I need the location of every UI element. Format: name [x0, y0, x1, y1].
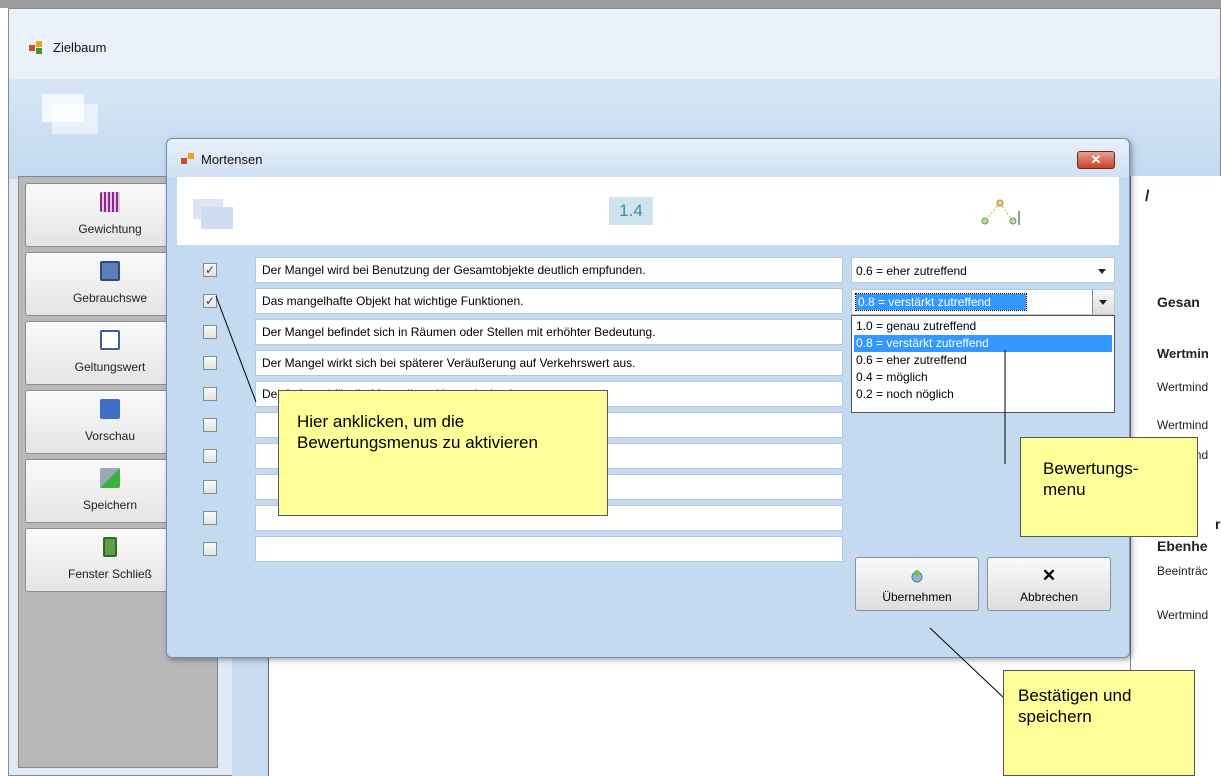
criterion-checkbox[interactable] [203, 325, 217, 339]
dialog-icon [181, 153, 195, 165]
rating-option[interactable]: 0.2 = noch nöglich [854, 386, 1112, 403]
rating-select-value: 0.8 = verstärkt zutreffend [855, 293, 1027, 311]
rating-option[interactable]: 0.4 = möglich [854, 369, 1112, 386]
tree-icon [981, 199, 1020, 225]
header-decor [52, 104, 98, 134]
criterion-text: Der Mangel wird bei Benutzung der Gesamt… [255, 257, 843, 283]
criterion-checkbox[interactable] [203, 511, 217, 525]
dropdown-button[interactable] [1092, 290, 1114, 314]
callout-menu: Bewertungs- menu [1020, 437, 1198, 537]
criterion-checkbox[interactable] [203, 542, 217, 556]
criterion-text: Der Mangel wirkt sich bei späterer Veräu… [255, 350, 843, 376]
door-icon [103, 537, 117, 557]
rating-select-value: 0.6 = eher zutreffend [856, 264, 967, 278]
right-panel-heading: Wertmin [1157, 346, 1209, 361]
right-panel-text: Wertmind [1157, 608, 1209, 622]
apply-icon [856, 568, 978, 584]
callout-confirm: Bestätigen und speichern [1003, 670, 1195, 776]
dialog-header: 1.4 [177, 177, 1119, 245]
save-icon [100, 468, 120, 488]
rating-option-selected[interactable]: 0.8 = verstärkt zutreffend [854, 335, 1112, 352]
cancel-button-label: Abbrechen [1019, 590, 1079, 604]
chevron-down-icon [1098, 269, 1106, 274]
right-panel-heading: r [1215, 516, 1221, 532]
apply-button-label: Übernehmen [882, 590, 952, 604]
main-titlebar: Zielbaum [9, 9, 1220, 79]
criterion-checkbox[interactable]: ✓ [203, 263, 217, 277]
rating-option[interactable]: 1.0 = genau zutreffend [854, 318, 1112, 335]
right-panel-text: Wertmind [1157, 418, 1209, 432]
right-panel-slash: / [1145, 188, 1150, 205]
criterion-text: Der Mangel befindet sich in Räumen oder … [255, 319, 843, 345]
criterion-checkbox[interactable]: ✓ [203, 294, 217, 308]
screen-top-edge [0, 0, 1221, 8]
preview-icon [100, 399, 120, 419]
right-panel-heading: Ebenhe [1157, 538, 1208, 554]
content-area [268, 656, 1130, 776]
rating-select-row-2[interactable]: 0.8 = verstärkt zutreffend [851, 289, 1115, 315]
criterion-text [255, 536, 843, 562]
usage-value-icon [100, 261, 120, 281]
chevron-down-icon [1099, 300, 1107, 305]
header-decor [201, 207, 233, 229]
criterion-checkbox[interactable] [203, 356, 217, 370]
callout-activate: Hier anklicken, um die Bewertungsmenus z… [278, 390, 608, 516]
close-icon: ✕ [1041, 566, 1057, 585]
app-icon [29, 41, 43, 55]
right-panel-heading: Gesan [1157, 294, 1200, 310]
rating-option[interactable]: 0.6 = eher zutreffend [854, 352, 1112, 369]
validity-value-icon [100, 330, 120, 350]
cancel-button[interactable]: ✕ Abbrechen [987, 557, 1111, 611]
criterion-checkbox[interactable] [203, 387, 217, 401]
close-button[interactable]: ✕ [1077, 151, 1115, 169]
main-window-title: Zielbaum [53, 40, 107, 55]
apply-button[interactable]: Übernehmen [855, 557, 979, 611]
criterion-checkbox[interactable] [203, 480, 217, 494]
criterion-number: 1.4 [609, 197, 653, 225]
rating-select-row-1[interactable]: 0.6 = eher zutreffend [851, 257, 1115, 283]
rating-dropdown-list: 1.0 = genau zutreffend 0.8 = verstärkt z… [851, 315, 1115, 413]
criterion-checkbox[interactable] [203, 418, 217, 432]
dialog-titlebar[interactable]: Mortensen ✕ [167, 139, 1129, 177]
criterion-checkbox[interactable] [203, 449, 217, 463]
dialog-title: Mortensen [201, 152, 263, 167]
criterion-text: Das mangelhafte Objekt hat wichtige Funk… [255, 288, 843, 314]
weighting-icon [100, 192, 120, 212]
right-panel-text: Beeinträc [1157, 564, 1208, 578]
right-panel-text: Wertmind [1157, 380, 1209, 394]
